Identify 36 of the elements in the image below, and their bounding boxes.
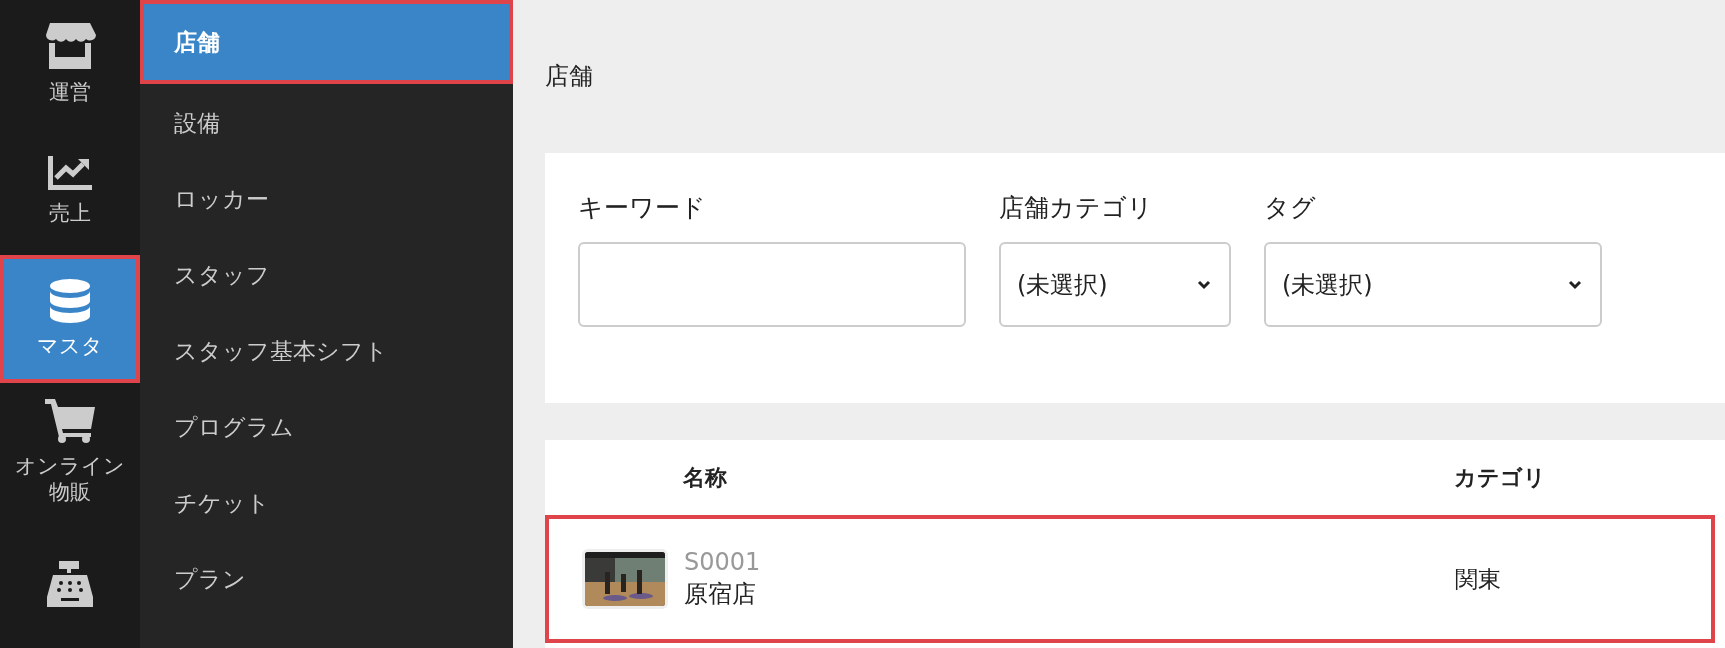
sidebar-item[interactable]: プラン bbox=[140, 541, 513, 617]
sidebar-item[interactable]: チケット bbox=[140, 465, 513, 541]
sidebar-item[interactable]: プログラム bbox=[140, 389, 513, 465]
chart-icon bbox=[48, 156, 92, 191]
filter-label: キーワード bbox=[578, 192, 707, 224]
store-icon bbox=[44, 22, 96, 69]
column-header: 名称 bbox=[683, 463, 728, 492]
rail-item[interactable]: 運営 bbox=[0, 0, 140, 128]
rail-item[interactable]: オンライン物販 bbox=[0, 383, 140, 521]
column-header: カテゴリ bbox=[1454, 463, 1546, 492]
chevron-down-icon bbox=[1568, 279, 1582, 290]
sidebar-item[interactable]: ロッカー bbox=[140, 161, 513, 237]
rail-label: 売上 bbox=[49, 200, 91, 227]
table-row[interactable]: S0001 原宿店 関東 bbox=[545, 515, 1715, 643]
sidebar-item[interactable]: 設備 bbox=[140, 85, 513, 161]
rail-label: オンライン物販 bbox=[14, 452, 126, 506]
database-icon bbox=[50, 279, 90, 324]
rail-item[interactable]: マスタ bbox=[0, 255, 140, 384]
sidebar-item[interactable]: スタッフ基本シフト bbox=[140, 313, 513, 389]
filter-label: タグ bbox=[1264, 192, 1317, 224]
rail-label: マスタ bbox=[37, 333, 103, 360]
page-title: 店舗 bbox=[545, 60, 594, 92]
filter-label: 店舗カテゴリ bbox=[999, 192, 1154, 224]
select-field[interactable]: (未選択) bbox=[1264, 242, 1602, 327]
sidebar-item[interactable]: 店舗 bbox=[140, 0, 513, 84]
table-cell-text: 関東 bbox=[1455, 564, 1501, 594]
sidebar-item[interactable]: スタッフ bbox=[140, 237, 513, 313]
keyword-field[interactable] bbox=[578, 242, 966, 327]
rail-label: 運営 bbox=[49, 78, 91, 105]
rail-item[interactable]: 売上 bbox=[0, 127, 140, 256]
chevron-down-icon bbox=[1197, 279, 1211, 290]
cart-icon bbox=[45, 398, 95, 443]
select-field[interactable]: (未選択) bbox=[999, 242, 1231, 327]
cash-register-icon bbox=[47, 561, 93, 608]
store-code: S0001 bbox=[684, 548, 762, 576]
store-name: 原宿店 bbox=[684, 579, 757, 610]
